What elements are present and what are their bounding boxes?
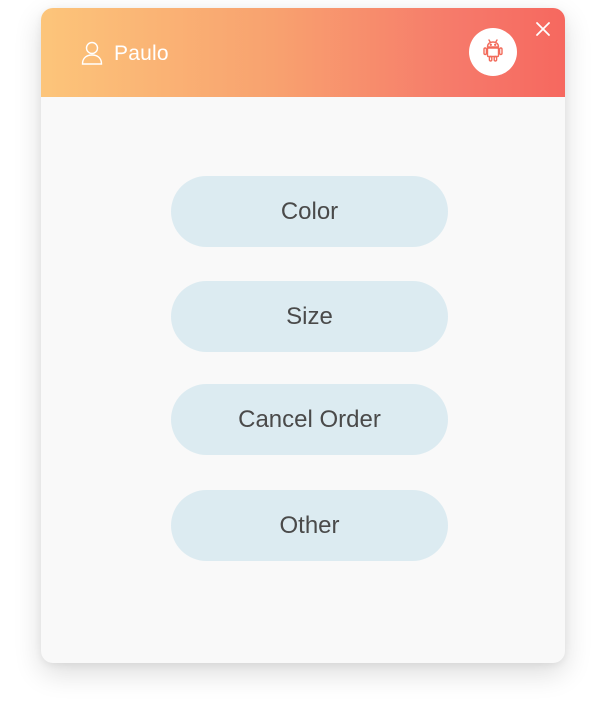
- option-size-button[interactable]: Size: [171, 281, 448, 352]
- close-button[interactable]: [532, 20, 554, 42]
- widget-header: Paulo: [41, 8, 565, 97]
- option-other-button[interactable]: Other: [171, 490, 448, 561]
- option-color-button[interactable]: Color: [171, 176, 448, 247]
- chat-widget-stage: Paulo Color Size Cancel Order Other: [0, 0, 606, 709]
- option-cancel-order-button[interactable]: Cancel Order: [171, 384, 448, 455]
- user-name: Paulo: [114, 42, 169, 65]
- android-avatar-button[interactable]: [469, 28, 517, 76]
- chat-widget-card: Paulo Color Size Cancel Order Other: [41, 8, 565, 663]
- close-icon: [535, 21, 551, 42]
- user-icon: [81, 41, 103, 65]
- android-icon: [482, 38, 504, 67]
